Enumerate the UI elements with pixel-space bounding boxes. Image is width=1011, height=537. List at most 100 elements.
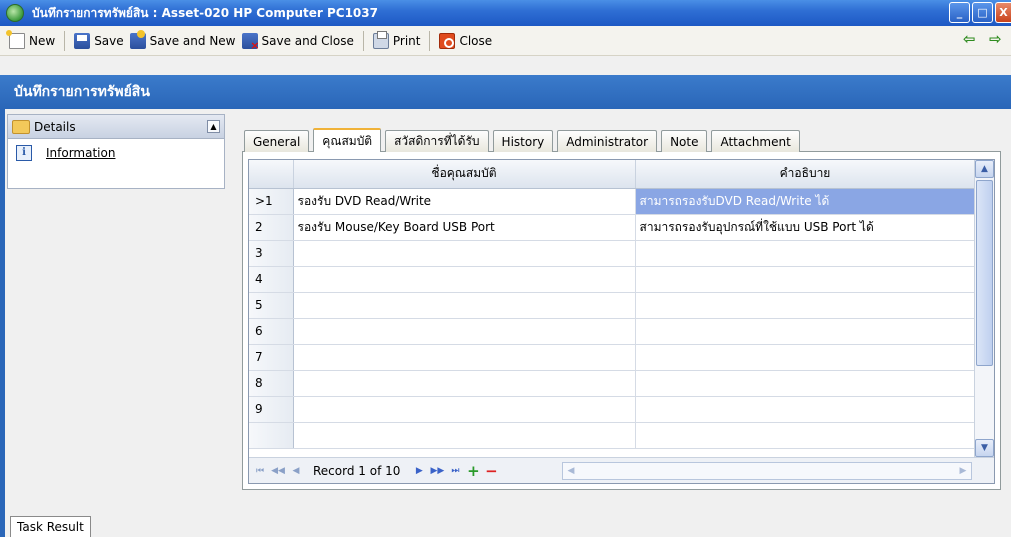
cell-name[interactable] (293, 266, 636, 293)
cell-name[interactable] (293, 292, 636, 319)
cell-name[interactable] (293, 370, 636, 397)
add-record-icon[interactable]: + (466, 462, 480, 480)
table-row[interactable]: 5 (249, 292, 976, 319)
table-header-row: ชื่อคุณสมบัติ คำอธิบาย (249, 160, 976, 189)
save-and-new-icon (129, 29, 146, 49)
row-number: 9 (249, 396, 294, 423)
record-navigator: ⏮ ◀◀ ◀ Record 1 of 10 ▶ ▶▶ ⏭ + − ◀ ▶ (249, 457, 994, 483)
table-row[interactable] (249, 422, 976, 449)
previous-arrow-icon[interactable]: ⇦ (963, 32, 979, 47)
nav-item-information[interactable]: i Information (8, 139, 224, 167)
cell-name[interactable]: รองรับ Mouse/Key Board USB Port (293, 214, 636, 241)
tab-attachment[interactable]: Attachment (711, 130, 800, 152)
cell-description[interactable] (635, 318, 976, 345)
window-titlebar: บันทึกรายการทรัพย์สิน : Asset-020 HP Com… (0, 0, 1011, 26)
cell-name[interactable] (293, 422, 636, 449)
next-page-icon[interactable]: ▶▶ (430, 466, 444, 476)
table-row[interactable]: 2 รองรับ Mouse/Key Board USB Port สามารถ… (249, 214, 976, 241)
previous-record-icon[interactable]: ◀ (289, 466, 303, 476)
collapse-chevron-icon[interactable]: ▲ (207, 120, 220, 133)
window-controls: _ □ X (949, 2, 1011, 23)
table-row[interactable]: 9 (249, 396, 976, 423)
section-header: บันทึกรายการทรัพย์สิน (0, 75, 1011, 109)
cell-name[interactable] (293, 344, 636, 371)
last-record-icon[interactable]: ⏭ (448, 466, 462, 476)
save-and-new-button[interactable]: Save and New (127, 29, 239, 53)
scroll-thumb[interactable] (976, 180, 993, 366)
tab-administrator[interactable]: Administrator (557, 130, 658, 152)
previous-page-icon[interactable]: ◀◀ (271, 466, 285, 476)
next-record-icon[interactable]: ▶ (412, 466, 426, 476)
close-window-button[interactable]: X (995, 2, 1011, 23)
tab-benefits[interactable]: สวัสดิการที่ได้รับ (385, 130, 489, 152)
tab-note[interactable]: Note (661, 130, 708, 152)
row-number (249, 422, 294, 449)
print-button[interactable]: Print (370, 29, 424, 53)
new-button[interactable]: New (6, 29, 58, 53)
table-row[interactable]: 4 (249, 266, 976, 293)
minimize-button[interactable]: _ (949, 2, 970, 23)
table-row[interactable]: 8 (249, 370, 976, 397)
close-button[interactable]: Close (436, 29, 495, 53)
cell-description[interactable] (635, 240, 976, 267)
maximize-button[interactable]: □ (972, 2, 993, 23)
details-panel-header[interactable]: Details ▲ (8, 115, 224, 139)
folder-icon (12, 119, 30, 134)
column-header-name[interactable]: ชื่อคุณสมบัติ (293, 160, 636, 189)
save-button[interactable]: Save (71, 29, 126, 53)
cell-description[interactable] (635, 422, 976, 449)
next-arrow-icon[interactable]: ⇨ (989, 32, 1005, 47)
cell-description[interactable]: สามารถรองรับอุปกรณ์ที่ใช้แบบ USB Port ได… (635, 214, 976, 241)
task-result-tab[interactable]: Task Result (10, 516, 91, 537)
cell-name[interactable]: รองรับ DVD Read/Write (293, 188, 636, 215)
save-and-new-label: Save and New (149, 33, 236, 48)
row-number: 7 (249, 344, 294, 371)
properties-grid: ชื่อคุณสมบัติ คำอธิบาย >1 รองรับ DVD Rea… (248, 159, 995, 484)
column-header-description[interactable]: คำอธิบาย (635, 160, 976, 189)
horizontal-scrollbar[interactable]: ◀ ▶ (562, 462, 972, 480)
cell-description[interactable] (635, 370, 976, 397)
cell-name[interactable] (293, 240, 636, 267)
scroll-right-icon[interactable]: ▶ (955, 463, 971, 479)
vertical-scrollbar[interactable]: ▲ ▼ (974, 160, 994, 457)
cell-description[interactable] (635, 292, 976, 319)
scroll-left-icon[interactable]: ◀ (563, 463, 579, 479)
window-title: บันทึกรายการทรัพย์สิน : Asset-020 HP Com… (32, 5, 378, 20)
cell-name[interactable] (293, 318, 636, 345)
details-panel-title: Details (34, 119, 76, 134)
scroll-down-icon[interactable]: ▼ (975, 439, 994, 457)
row-number: 2 (249, 214, 294, 241)
cell-description[interactable] (635, 266, 976, 293)
delete-record-icon[interactable]: − (484, 462, 498, 480)
new-button-label: New (29, 33, 56, 48)
details-panel: Details ▲ i Information (7, 114, 225, 189)
save-and-close-button[interactable]: Save and Close (239, 29, 357, 53)
toolbar: New Save Save and New Save and Close Pri… (0, 26, 1011, 56)
new-document-icon (6, 29, 25, 49)
info-icon: i (16, 145, 32, 161)
cell-description[interactable]: สามารถรองรับDVD Read/Write ได้ (635, 188, 976, 215)
row-number: 8 (249, 370, 294, 397)
table-row[interactable]: 7 (249, 344, 976, 371)
table-row[interactable]: 3 (249, 240, 976, 267)
tab-general[interactable]: General (244, 130, 310, 152)
table-row[interactable]: 6 (249, 318, 976, 345)
row-number: 6 (249, 318, 294, 345)
app-globe-icon (6, 4, 24, 22)
scroll-up-icon[interactable]: ▲ (975, 160, 994, 178)
record-nav-arrows: ⇦ ⇨ (963, 32, 1005, 47)
first-record-icon[interactable]: ⏮ (253, 466, 267, 476)
save-disk-icon (74, 32, 91, 49)
tab-strip: General คุณสมบัติ สวัสดิการที่ได้รับ His… (244, 128, 800, 152)
save-and-close-label: Save and Close (261, 33, 354, 48)
save-and-close-icon (241, 32, 260, 52)
tab-history[interactable]: History (492, 130, 554, 152)
save-button-label: Save (94, 33, 124, 48)
cell-name[interactable] (293, 396, 636, 423)
table-row[interactable]: >1 รองรับ DVD Read/Write สามารถรองรับDVD… (249, 188, 976, 215)
cell-description[interactable] (635, 344, 976, 371)
tab-properties[interactable]: คุณสมบัติ (313, 128, 382, 152)
cell-description[interactable] (635, 396, 976, 423)
row-number: 5 (249, 292, 294, 319)
printer-icon (372, 30, 389, 49)
